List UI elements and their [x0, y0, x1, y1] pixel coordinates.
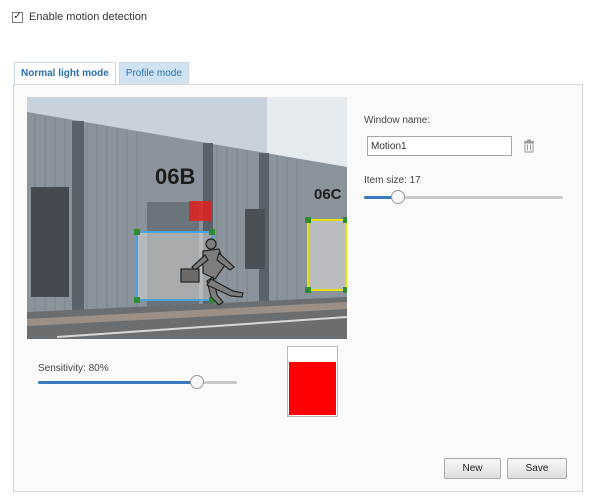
window-name-label: Window name: [364, 115, 431, 126]
tab-normal-light-mode[interactable]: Normal light mode [14, 62, 116, 84]
item-size-slider[interactable] [364, 190, 563, 204]
window-2-handle[interactable] [343, 287, 347, 293]
item-size-slider-thumb[interactable] [390, 190, 405, 204]
motion-window-2[interactable] [307, 219, 347, 291]
window-1-handle[interactable] [134, 229, 140, 235]
window-2-handle[interactable] [305, 217, 311, 223]
window-1-handle[interactable] [134, 297, 140, 303]
enable-motion-row: ✓ Enable motion detection [12, 11, 147, 23]
save-button[interactable]: Save [507, 458, 567, 479]
camera-preview[interactable]: 06B 06C [27, 97, 347, 339]
motion-level-indicator [287, 346, 338, 417]
camera-scene: 06B 06C [27, 97, 347, 339]
window-2-handle[interactable] [343, 217, 347, 223]
building-label-06c: 06C [314, 186, 342, 203]
window-name-input[interactable] [367, 136, 512, 156]
motion-level-fill [289, 361, 336, 415]
enable-motion-label: Enable motion detection [29, 11, 148, 23]
sensitivity-slider-fill [38, 381, 198, 384]
sensitivity-slider[interactable] [38, 375, 237, 389]
tab-profile-mode[interactable]: Profile mode [118, 62, 189, 84]
window-2-handle[interactable] [305, 287, 311, 293]
new-button[interactable]: New [444, 458, 501, 479]
sensitivity-label: Sensitivity: 80% [38, 363, 109, 374]
enable-motion-checkbox[interactable]: ✓ [12, 11, 23, 23]
item-size-label: Item size: 17 [364, 175, 421, 186]
motion-alert-marker [189, 201, 211, 221]
trash-icon[interactable] [522, 139, 536, 153]
mode-tabs: Normal light mode Profile mode [14, 62, 189, 84]
window-1-handle[interactable] [209, 229, 215, 235]
building-label-06b: 06B [155, 164, 195, 189]
